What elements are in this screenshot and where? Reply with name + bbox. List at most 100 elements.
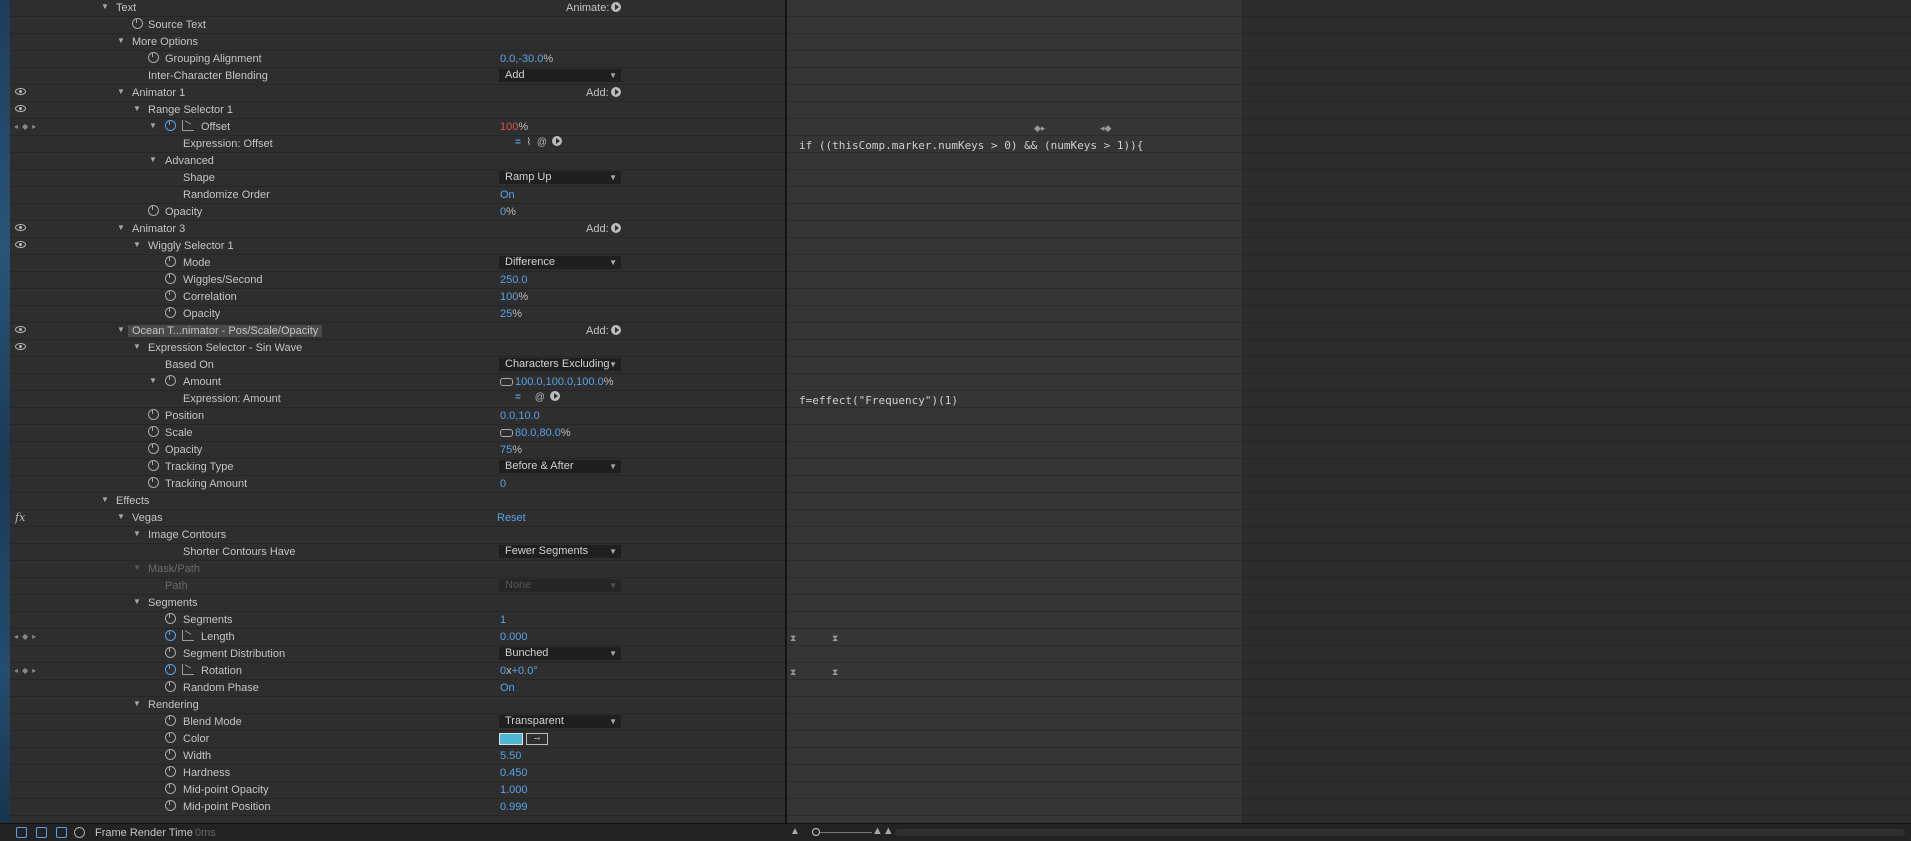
stopwatch-icon[interactable] <box>165 273 176 284</box>
property-row-tracking-amount[interactable]: Tracking Amount 0 <box>10 476 785 493</box>
animate-button[interactable]: Animate: <box>566 2 622 14</box>
property-row-expr-offset[interactable]: Expression: Offset = ⌇ @ <box>10 136 785 153</box>
twirl-down-icon[interactable]: ▼ <box>100 1 110 13</box>
motion-blur-icon[interactable] <box>74 827 85 838</box>
twirl-down-icon[interactable]: ▼ <box>148 154 158 166</box>
eye-icon[interactable] <box>15 343 26 350</box>
stopwatch-icon[interactable] <box>165 664 176 675</box>
opacity-value[interactable]: 0% <box>500 206 516 218</box>
keyframe-navigator[interactable]: ◂◆▸ <box>14 121 60 133</box>
property-row-wiggly-selector[interactable]: ▼ Wiggly Selector 1 <box>10 238 785 255</box>
opacity-value[interactable]: 75% <box>500 444 522 456</box>
property-row-shape[interactable]: Shape Ramp Up ▼ <box>10 170 785 187</box>
stopwatch-icon[interactable] <box>148 477 159 488</box>
property-row-hardness[interactable]: Hardness 0.450 <box>10 765 785 782</box>
property-row-correlation[interactable]: Correlation 100% <box>10 289 785 306</box>
value-number[interactable]: 100.0,100.0,100.0 <box>515 376 604 388</box>
twirl-down-icon[interactable]: ▼ <box>148 120 158 132</box>
position-value[interactable]: 0.0,10.0 <box>500 410 540 422</box>
midpoint-position-value[interactable]: 0.999 <box>500 801 528 813</box>
property-row-randomize-order[interactable]: Randomize Order On <box>10 187 785 204</box>
twirl-down-icon[interactable]: ▼ <box>116 324 126 336</box>
property-row-range-selector[interactable]: ▼ Range Selector 1 <box>10 102 785 119</box>
property-row-path[interactable]: Path None ▼ <box>10 578 785 595</box>
wiggles-value[interactable]: 250.0 <box>500 274 528 286</box>
eyedropper-icon[interactable]: ⊸ <box>526 733 548 745</box>
expression-language-menu-icon[interactable] <box>551 136 562 147</box>
stopwatch-icon[interactable] <box>148 409 159 420</box>
property-row-text[interactable]: ▼ Text Animate: <box>10 0 785 17</box>
property-row-source-text[interactable]: Source Text <box>10 17 785 34</box>
layer-switches-icon[interactable] <box>36 827 47 838</box>
eye-icon[interactable] <box>15 88 26 95</box>
property-row-color[interactable]: Color ⊸ <box>10 731 785 748</box>
tracking-amount-value[interactable]: 0 <box>500 478 506 490</box>
property-row-amount[interactable]: ▼ Amount 100.0,100.0,100.0% <box>10 374 785 391</box>
property-row-scale[interactable]: Scale 80.0,80.0% <box>10 425 785 442</box>
stopwatch-icon[interactable] <box>148 443 159 454</box>
midpoint-opacity-value[interactable]: 1.000 <box>500 784 528 796</box>
value-number[interactable]: 0.0,-30.0 <box>500 53 543 65</box>
keyframe-icon[interactable]: ⧗ <box>832 633 838 644</box>
add-button[interactable]: Add: <box>586 223 621 235</box>
expression-enable-icon[interactable]: = <box>515 137 521 148</box>
property-row-midpoint-opacity[interactable]: Mid-point Opacity 1.000 <box>10 782 785 799</box>
property-row-animator-3[interactable]: ▼ Animator 3 Add: <box>10 221 785 238</box>
stopwatch-icon[interactable] <box>148 205 159 216</box>
reset-button[interactable]: Reset <box>497 512 526 524</box>
property-row-opacity-1[interactable]: Opacity 0% <box>10 204 785 221</box>
expression-text-offset[interactable]: if ((thisComp.marker.numKeys > 0) && (nu… <box>799 139 1143 152</box>
stopwatch-icon[interactable] <box>132 18 143 29</box>
amount-value[interactable]: 100.0,100.0,100.0% <box>515 376 613 388</box>
twirl-down-icon[interactable]: ▼ <box>132 103 142 115</box>
keyframe-icon[interactable]: ◆▸ <box>1034 123 1045 134</box>
zoom-slider-handle[interactable] <box>812 828 820 836</box>
scale-value[interactable]: 80.0,80.0% <box>515 427 571 439</box>
add-button[interactable]: Add: <box>586 325 621 337</box>
color-swatch[interactable] <box>499 733 523 745</box>
fx-icon[interactable]: fx <box>15 511 25 524</box>
property-row-vegas[interactable]: fx ▼ Vegas Reset <box>10 510 785 527</box>
rotation-value[interactable]: 0x+0.0° <box>500 665 538 677</box>
twirl-down-icon[interactable]: ▼ <box>116 35 126 47</box>
property-row-expression-selector[interactable]: ▼ Expression Selector - Sin Wave <box>10 340 785 357</box>
pickwhip-icon[interactable]: @ <box>535 392 545 403</box>
length-value[interactable]: 0.000 <box>500 631 528 643</box>
property-row-segments[interactable]: Segments 1 <box>10 612 785 629</box>
graph-editor-icon[interactable] <box>182 664 194 675</box>
expression-language-menu-icon[interactable] <box>549 391 560 402</box>
property-row-tracking-type[interactable]: Tracking Type Before & After ▼ <box>10 459 785 476</box>
keyframe-icon[interactable]: ⧗ <box>832 667 838 678</box>
stopwatch-icon[interactable] <box>165 732 176 743</box>
stopwatch-icon[interactable] <box>165 749 176 760</box>
twirl-down-icon[interactable]: ▼ <box>132 528 142 540</box>
property-row-grouping-alignment[interactable]: Grouping Alignment 0.0,-30.0% <box>10 51 785 68</box>
composition-icon[interactable] <box>16 827 27 838</box>
keyframe-navigator[interactable]: ◂◆▸ <box>14 631 60 643</box>
segment-distribution-dropdown[interactable]: Bunched ▼ <box>499 647 621 660</box>
twirl-down-icon[interactable]: ▼ <box>132 341 142 353</box>
property-row-animator-1[interactable]: ▼ Animator 1 Add: <box>10 85 785 102</box>
property-row-mode[interactable]: Mode Difference ▼ <box>10 255 785 272</box>
graph-icon[interactable]: ⌇ <box>526 137 531 148</box>
stopwatch-icon[interactable] <box>165 630 176 641</box>
value-number[interactable]: 100 <box>500 121 518 133</box>
twirl-down-icon[interactable]: ▼ <box>116 222 126 234</box>
horizontal-scrollbar[interactable] <box>895 829 1905 836</box>
property-row-based-on[interactable]: Based On Characters Excluding ▼ <box>10 357 785 374</box>
stopwatch-icon[interactable] <box>165 613 176 624</box>
property-row-effects[interactable]: ▼ Effects <box>10 493 785 510</box>
stopwatch-icon[interactable] <box>165 375 176 386</box>
randomize-order-value[interactable]: On <box>500 189 515 201</box>
property-row-expr-amount[interactable]: Expression: Amount = @ <box>10 391 785 408</box>
property-row-length[interactable]: ◂◆▸ Length 0.000 <box>10 629 785 646</box>
property-row-rotation[interactable]: ◂◆▸ Rotation 0x+0.0° <box>10 663 785 680</box>
expression-controls[interactable]: = ⌇ @ <box>515 136 562 148</box>
property-row-segment-distribution[interactable]: Segment Distribution Bunched ▼ <box>10 646 785 663</box>
eye-icon[interactable] <box>15 105 26 112</box>
keyframe-navigator[interactable]: ◂◆▸ <box>14 665 60 677</box>
property-row-advanced[interactable]: ▼ Advanced <box>10 153 785 170</box>
property-row-opacity-3[interactable]: Opacity 75% <box>10 442 785 459</box>
eye-icon[interactable] <box>15 241 26 248</box>
twirl-down-icon[interactable]: ▼ <box>100 494 110 506</box>
